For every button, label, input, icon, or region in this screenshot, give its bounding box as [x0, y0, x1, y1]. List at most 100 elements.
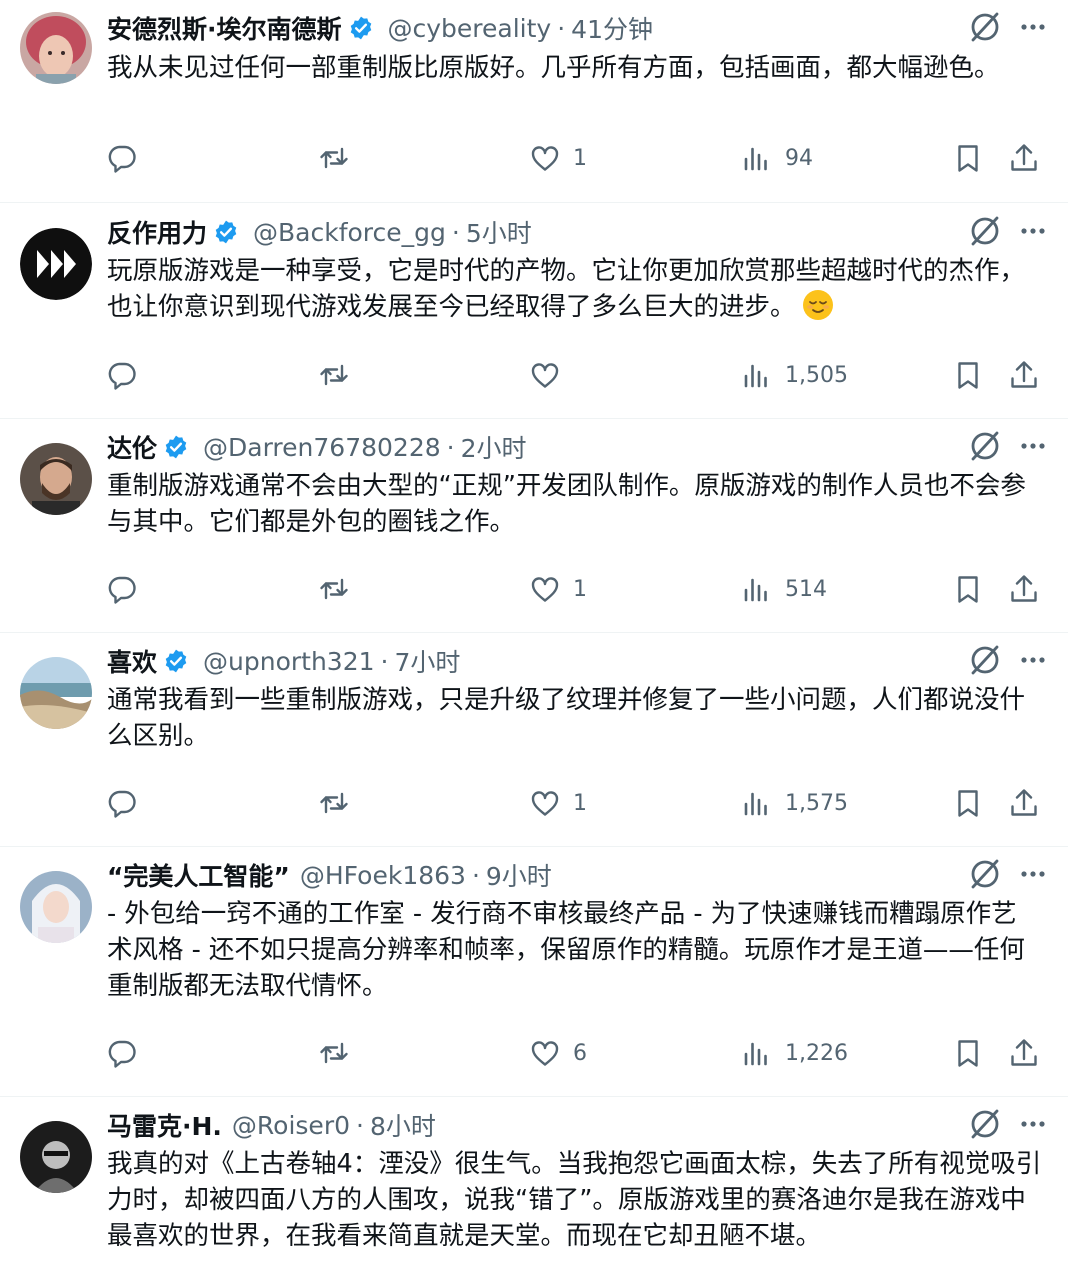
retweet-button[interactable]	[318, 573, 362, 605]
heart-icon	[531, 577, 559, 602]
share-button[interactable]	[1008, 359, 1040, 391]
share-icon	[1011, 361, 1037, 388]
tweet[interactable]: 安德烈斯·埃尔南德斯 @cybereality · 41分钟 我从未见过任何一部…	[0, 0, 1068, 203]
grok-icon[interactable]	[968, 643, 1002, 677]
tweet[interactable]: 马雷克·H. @Roiser0 · 8小时 我真的对《上古卷轴4：湮没》很生气。…	[0, 1097, 1068, 1277]
user-handle[interactable]: @HFoek1863	[300, 861, 466, 890]
share-button[interactable]	[1008, 573, 1040, 605]
tweet-header: 喜欢 @upnorth321 · 7小时	[107, 645, 1048, 677]
bookmark-button[interactable]	[952, 142, 984, 174]
display-name[interactable]: 达伦	[107, 429, 157, 465]
avatar[interactable]	[20, 1121, 92, 1193]
separator-dot: ·	[471, 860, 480, 890]
grok-icon[interactable]	[968, 1107, 1002, 1141]
more-icon[interactable]	[1018, 216, 1048, 246]
grok-icon[interactable]	[968, 857, 1002, 891]
avatar[interactable]	[20, 443, 92, 515]
reply-button[interactable]	[106, 359, 150, 391]
like-count: 6	[573, 1040, 587, 1066]
retweet-button[interactable]	[318, 359, 362, 391]
header-actions	[968, 10, 1048, 44]
heart-icon	[531, 363, 559, 388]
views-icon	[744, 147, 767, 171]
avatar[interactable]	[20, 228, 92, 300]
views-icon	[744, 792, 767, 816]
more-icon[interactable]	[1018, 12, 1048, 42]
share-button[interactable]	[1008, 787, 1040, 819]
display-name[interactable]: 反作用力	[107, 214, 207, 250]
reply-button[interactable]	[106, 1037, 150, 1069]
share-icon	[1011, 789, 1037, 816]
reply-icon	[108, 362, 136, 390]
like-button[interactable]: 6	[529, 1037, 587, 1069]
like-count: 1	[573, 576, 587, 602]
user-handle[interactable]: @Roiser0	[232, 1111, 350, 1140]
share-button[interactable]	[1008, 1037, 1040, 1069]
reply-icon	[108, 1040, 136, 1068]
tweet-header: 达伦 @Darren76780228 · 2小时	[107, 431, 1048, 463]
grok-icon[interactable]	[968, 214, 1002, 248]
bookmark-button[interactable]	[952, 787, 984, 819]
tweet-text-content: 玩原版游戏是一种享受，它是时代的产物。它让你更加欣赏那些超越时代的杰作，也让你意…	[107, 256, 1026, 322]
tweet[interactable]: 达伦 @Darren76780228 · 2小时 重制版游戏通常不会由大型的“正…	[0, 419, 1068, 633]
like-button[interactable]: 1	[529, 142, 587, 174]
tweet-text: - 外包给一窍不通的工作室 - 发行商不审核最终产品 - 为了快速赚钱而糟蹋原作…	[107, 896, 1042, 1004]
user-handle[interactable]: @upnorth321	[203, 647, 375, 676]
bookmark-button[interactable]	[952, 359, 984, 391]
avatar[interactable]	[20, 12, 92, 84]
views-icon	[744, 1042, 767, 1066]
user-handle[interactable]: @cybereality	[388, 14, 552, 43]
share-button[interactable]	[1008, 142, 1040, 174]
timestamp[interactable]: 2小时	[461, 429, 527, 465]
reply-button[interactable]	[106, 573, 150, 605]
user-handle[interactable]: @Darren76780228	[203, 433, 441, 462]
views-button[interactable]: 514	[741, 573, 827, 605]
tweet-actions: 1 514	[0, 573, 1068, 613]
tweet-text-content: 通常我看到一些重制版游戏，只是升级了纹理并修复了一些小问题，人们都说没什么区别。	[107, 685, 1026, 751]
more-icon[interactable]	[1018, 431, 1048, 461]
retweet-button[interactable]	[318, 787, 362, 819]
tweet-actions: 1,505	[0, 359, 1068, 399]
reply-button[interactable]	[106, 142, 150, 174]
more-icon[interactable]	[1018, 645, 1048, 675]
like-button[interactable]	[529, 359, 573, 391]
timestamp[interactable]: 9小时	[486, 857, 552, 893]
timeline-feed: 安德烈斯·埃尔南德斯 @cybereality · 41分钟 我从未见过任何一部…	[0, 0, 1068, 1277]
user-handle[interactable]: @Backforce_gg	[253, 218, 446, 247]
timestamp[interactable]: 5小时	[466, 214, 532, 250]
reply-icon	[108, 790, 136, 818]
reply-button[interactable]	[106, 787, 150, 819]
avatar[interactable]	[20, 871, 92, 943]
tweet-text: 我从未见过任何一部重制版比原版好。几乎所有方面，包括画面，都大幅逊色。	[107, 50, 1042, 86]
bookmark-icon	[958, 1040, 978, 1067]
header-actions	[968, 643, 1048, 677]
grok-icon[interactable]	[968, 10, 1002, 44]
views-button[interactable]: 1,575	[741, 787, 848, 819]
views-button[interactable]: 94	[741, 142, 813, 174]
bookmark-button[interactable]	[952, 1037, 984, 1069]
views-button[interactable]: 1,226	[741, 1037, 848, 1069]
like-button[interactable]: 1	[529, 573, 587, 605]
display-name[interactable]: 喜欢	[107, 643, 157, 679]
views-button[interactable]: 1,505	[741, 359, 848, 391]
timestamp[interactable]: 7小时	[394, 643, 460, 679]
like-button[interactable]: 1	[529, 787, 587, 819]
timestamp[interactable]: 41分钟	[571, 10, 653, 46]
display-name[interactable]: 安德烈斯·埃尔南德斯	[107, 10, 342, 46]
avatar[interactable]	[20, 657, 92, 729]
display-name[interactable]: 马雷克·H.	[107, 1107, 222, 1143]
retweet-button[interactable]	[318, 142, 362, 174]
tweet[interactable]: 反作用力 @Backforce_gg · 5小时 玩原版游戏是一种享受，它是时代…	[0, 203, 1068, 419]
tweet[interactable]: “完美人工智能” @HFoek1863 · 9小时 - 外包给一窍不通的工作室 …	[0, 847, 1068, 1097]
retweet-button[interactable]	[318, 1037, 362, 1069]
display-name[interactable]: “完美人工智能”	[107, 857, 290, 893]
more-icon[interactable]	[1018, 859, 1048, 889]
tweet-actions: 1 94	[0, 142, 1068, 182]
share-icon	[1011, 144, 1037, 171]
bookmark-button[interactable]	[952, 573, 984, 605]
timestamp[interactable]: 8小时	[370, 1107, 436, 1143]
grok-icon[interactable]	[968, 429, 1002, 463]
tweet[interactable]: 喜欢 @upnorth321 · 7小时 通常我看到一些重制版游戏，只是升级了纹…	[0, 633, 1068, 847]
more-icon[interactable]	[1018, 1109, 1048, 1139]
reply-icon	[108, 145, 136, 173]
